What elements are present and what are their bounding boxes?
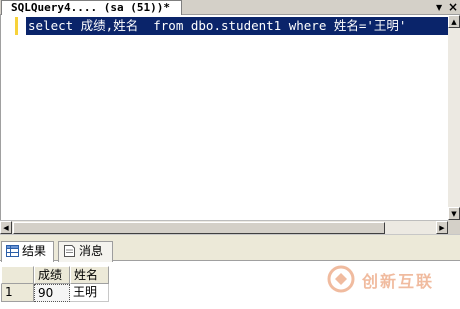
scroll-left-button[interactable]: ◀: [0, 221, 12, 234]
watermark-text: 创新互联: [362, 272, 435, 291]
tab-results[interactable]: 结果: [1, 241, 54, 262]
grid-cell[interactable]: 90: [34, 284, 70, 302]
row-header[interactable]: 1: [1, 284, 34, 302]
column-header[interactable]: 姓名: [70, 266, 109, 284]
vertical-scrollbar[interactable]: ▲ ▼: [448, 15, 460, 220]
column-header[interactable]: 成绩: [34, 266, 70, 284]
grid-cell[interactable]: 王明: [70, 284, 109, 302]
message-icon: [63, 244, 76, 257]
tab-results-label: 结果: [22, 244, 47, 258]
scroll-up-button[interactable]: ▲: [448, 15, 460, 28]
unsaved-change-marker: [15, 17, 18, 35]
tab-messages-label: 消息: [79, 244, 104, 258]
sql-query-line[interactable]: select 成绩,姓名 from dbo.student1 where 姓名=…: [26, 17, 449, 35]
sql-editor[interactable]: select 成绩,姓名 from dbo.student1 where 姓名=…: [0, 15, 449, 220]
result-tab-bar: 结果 消息: [0, 234, 460, 262]
scrollbar-corner: [448, 220, 460, 234]
query-document-tab[interactable]: SQLQuery4.... (sa (51))*: [1, 0, 182, 15]
scroll-right-button[interactable]: ▶: [436, 221, 448, 234]
horizontal-scrollbar[interactable]: ◀ ▶: [0, 220, 448, 234]
chevron-down-icon[interactable]: ▼: [436, 3, 442, 12]
logo-icon: [326, 265, 356, 296]
document-tab-strip: SQLQuery4.... (sa (51))* ▼ ×: [0, 0, 460, 15]
grid-corner-header[interactable]: [1, 266, 34, 284]
query-tab-title: SQLQuery4.... (sa (51))*: [11, 1, 170, 14]
watermark: 创新互联: [326, 265, 456, 293]
grid-icon: [6, 244, 19, 257]
scroll-down-button[interactable]: ▼: [448, 207, 460, 220]
horizontal-scroll-thumb[interactable]: [13, 222, 385, 234]
close-icon[interactable]: ×: [448, 0, 458, 14]
tab-messages[interactable]: 消息: [58, 241, 113, 262]
